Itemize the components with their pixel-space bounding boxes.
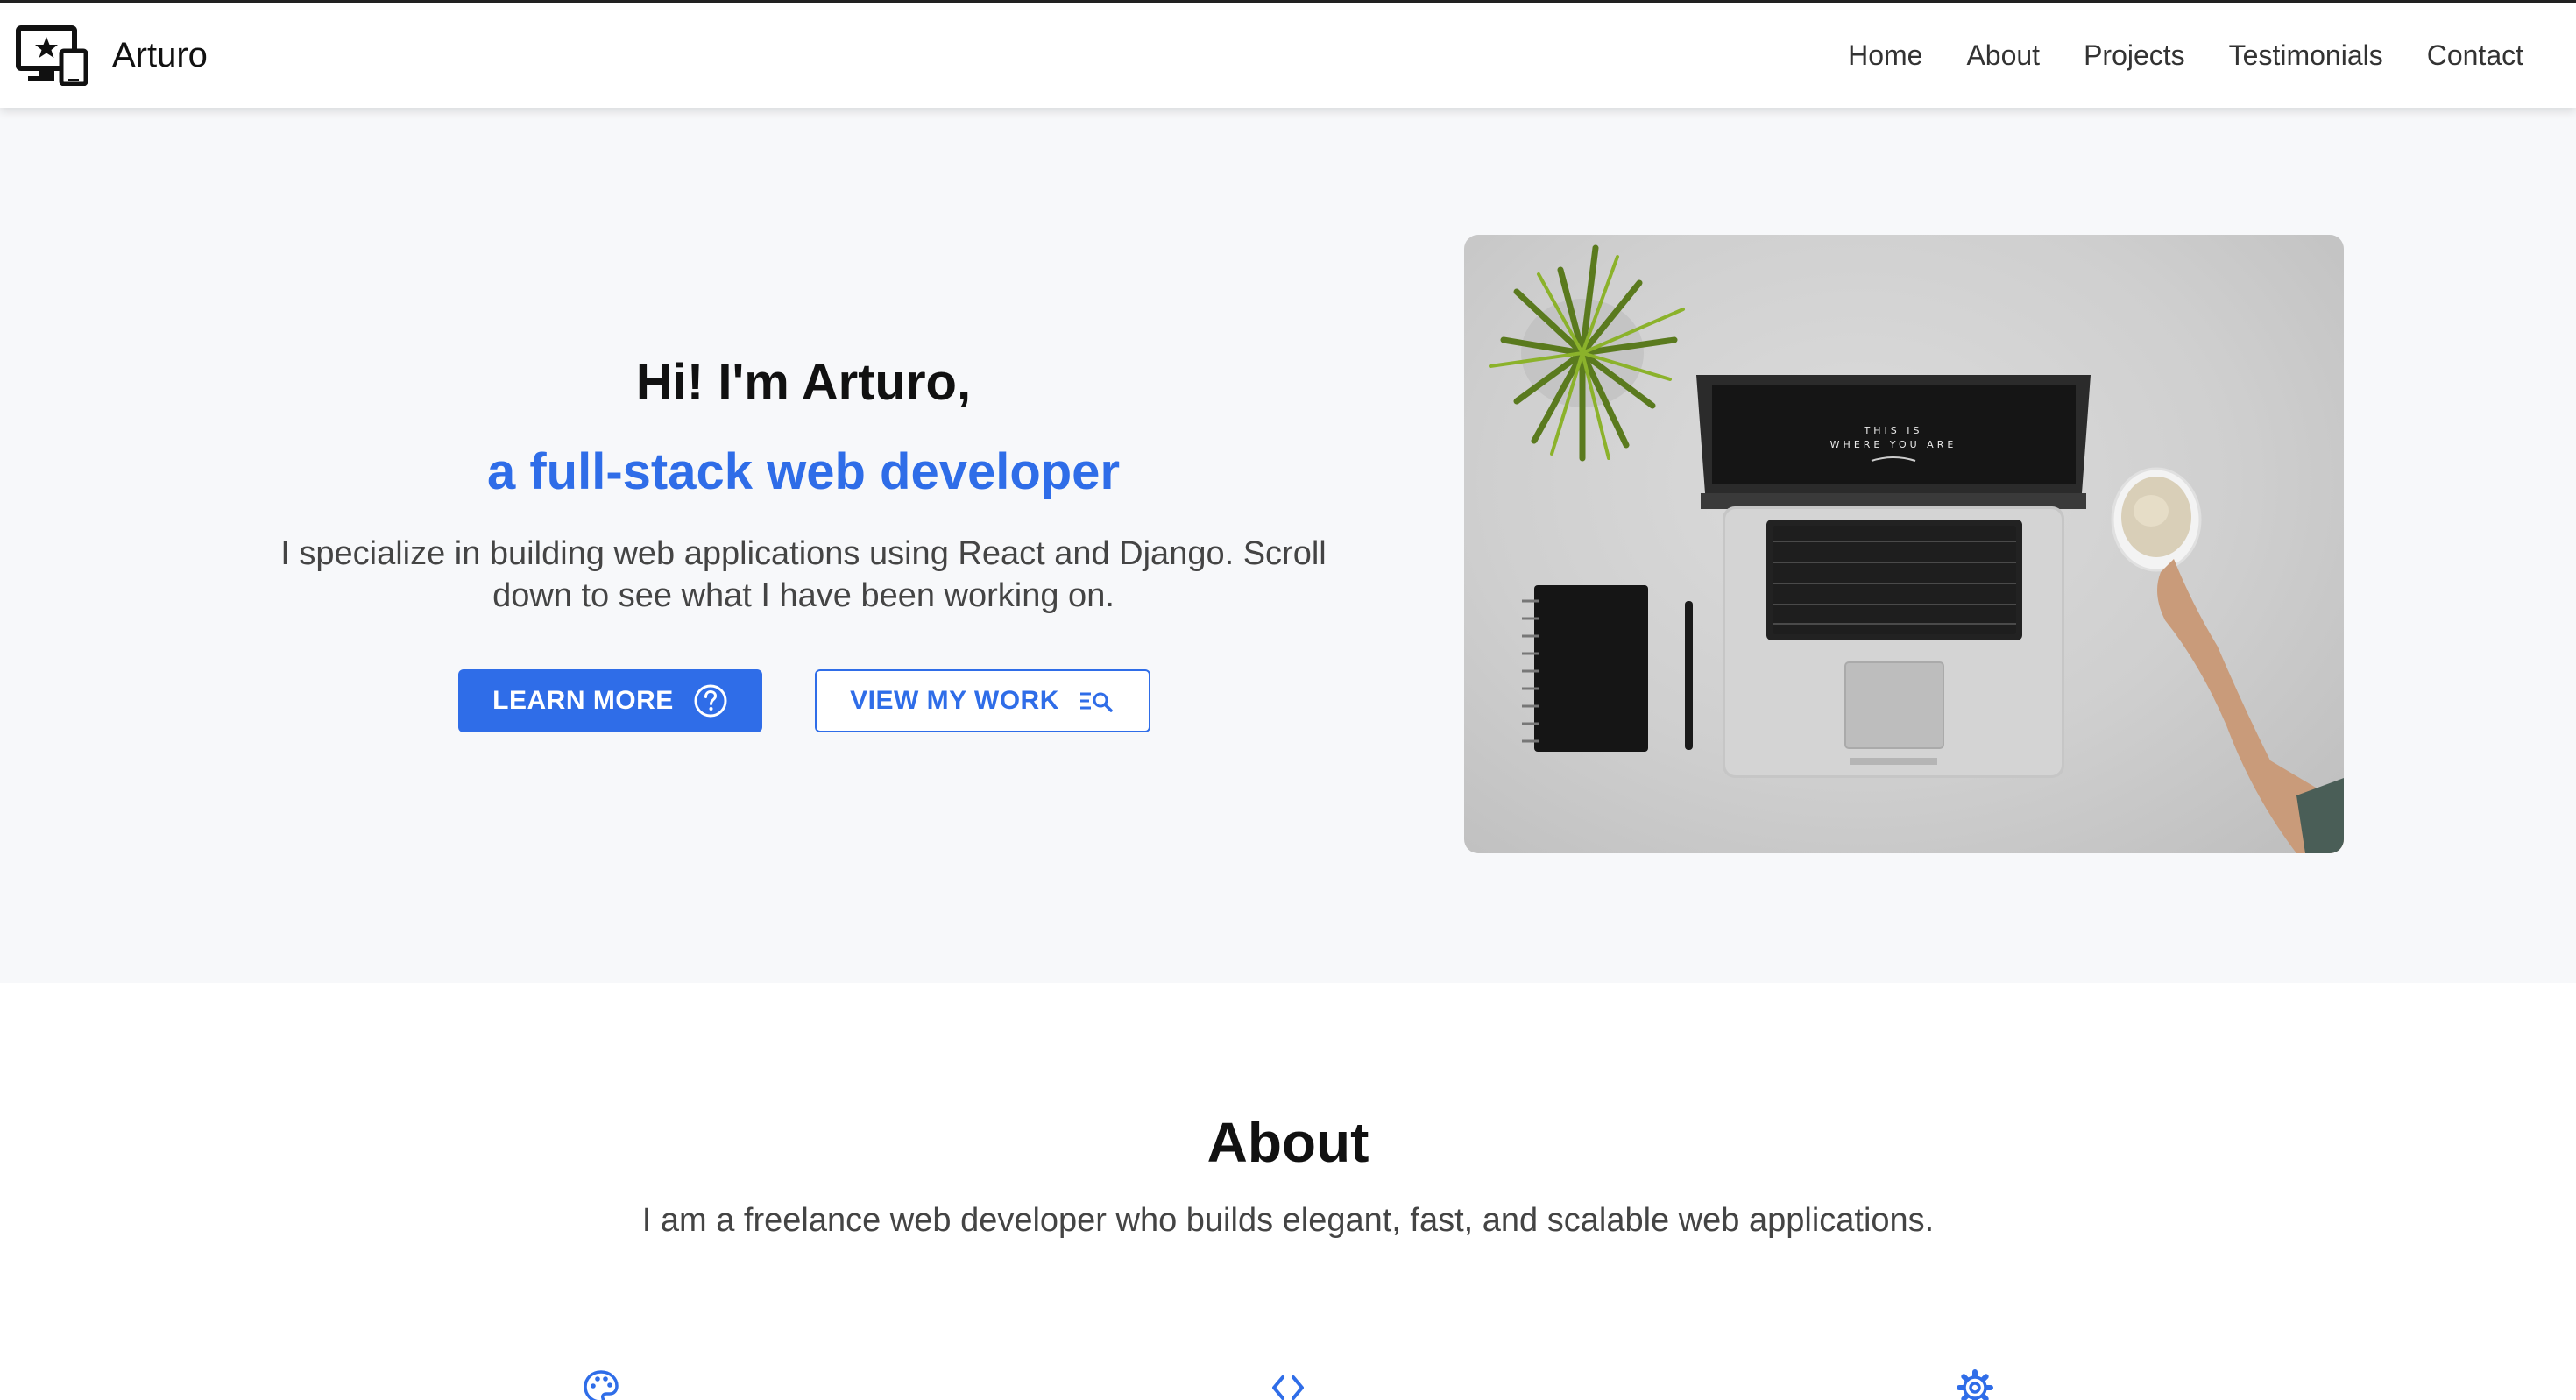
laptop-screen-text-2: WHERE YOU ARE <box>1830 439 1957 450</box>
palette-icon <box>582 1368 620 1400</box>
hero-image: THIS IS WHERE YOU ARE <box>1464 235 2344 853</box>
help-circle-icon <box>694 684 727 718</box>
coffee-cup-graphic <box>2111 467 2344 853</box>
nav-about[interactable]: About <box>1966 39 2040 72</box>
learn-more-button[interactable]: LEARN MORE <box>458 669 762 732</box>
learn-more-label: LEARN MORE <box>492 686 674 715</box>
laptop-desk-illustration: THIS IS WHERE YOU ARE <box>1489 244 2344 853</box>
nav-projects[interactable]: Projects <box>2084 39 2185 72</box>
nav-contact[interactable]: Contact <box>2427 39 2523 72</box>
navbar: Arturo Home About Projects Testimonials … <box>0 3 2576 108</box>
laptop-graphic: THIS IS WHERE YOU ARE <box>1696 375 2091 778</box>
nav-links: Home About Projects Testimonials Contact <box>1804 3 2523 108</box>
view-my-work-button[interactable]: VIEW MY WORK <box>815 669 1150 732</box>
devices-icon <box>16 25 88 86</box>
brand[interactable]: Arturo <box>16 3 208 108</box>
brand-name: Arturo <box>112 35 208 74</box>
hero-subtitle: a full-stack web developer <box>486 443 1121 500</box>
hero-title: Hi! I'm Arturo, <box>635 354 972 411</box>
hero-text: Hi! I'm Arturo, a full-stack web develop… <box>0 108 1607 983</box>
about-section: About I am a freelance web developer who… <box>0 983 2576 1400</box>
hero-description: I specialize in building web application… <box>280 535 1327 614</box>
about-title: About <box>1207 1111 1369 1174</box>
notebook-graphic <box>1522 585 1693 752</box>
nav-testimonials[interactable]: Testimonials <box>2229 39 2383 72</box>
plant-graphic <box>1489 244 1685 462</box>
code-icon <box>1269 1368 1307 1400</box>
laptop-screen-text-1: THIS IS <box>1864 425 1923 436</box>
nav-home[interactable]: Home <box>1848 39 1922 72</box>
search-list-icon <box>1079 692 1113 712</box>
view-my-work-label: VIEW MY WORK <box>850 686 1059 715</box>
hero-section: Hi! I'm Arturo, a full-stack web develop… <box>0 108 2576 983</box>
gear-icon <box>1956 1368 1994 1400</box>
about-description: I am a freelance web developer who build… <box>641 1202 1935 1239</box>
